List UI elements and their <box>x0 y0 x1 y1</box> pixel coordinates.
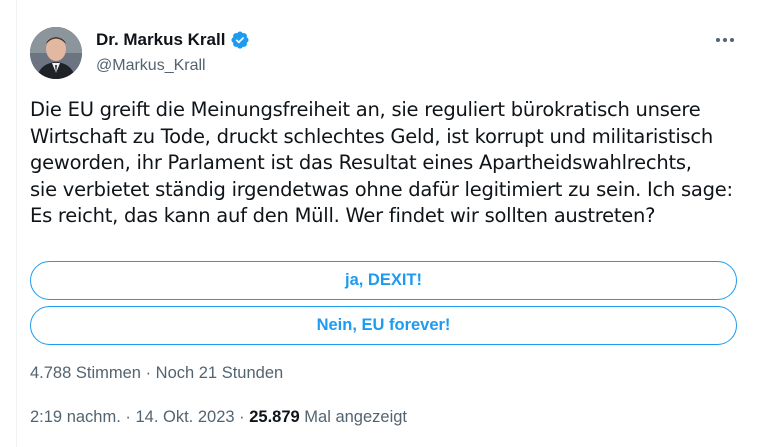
tweet-text: Die EU greift die Meinungsfreiheit an, s… <box>30 98 733 227</box>
poll-votes: 4.788 Stimmen <box>30 364 141 382</box>
dot <box>730 38 734 42</box>
poll-meta: 4.788 Stimmen · Noch 21 Stunden <box>30 364 283 383</box>
dot <box>716 38 720 42</box>
tweet-date[interactable]: 14. Okt. 2023 <box>135 408 234 426</box>
views-label: Mal angezeigt <box>299 408 408 426</box>
author-name-row: Dr. Markus Krall <box>96 30 250 50</box>
tweet-timestamp-row: 2:19 nachm. · 14. Okt. 2023 · 25.879 Mal… <box>30 408 407 427</box>
poll-remaining: Noch 21 Stunden <box>155 364 284 382</box>
separator: · <box>234 408 250 426</box>
separator: · <box>120 408 136 426</box>
tweet-time[interactable]: 2:19 nachm. <box>30 408 121 426</box>
views-count[interactable]: 25.879 <box>249 408 299 426</box>
author-avatar[interactable] <box>30 27 82 79</box>
dot <box>723 38 727 42</box>
more-horizontal-icon[interactable] <box>712 30 738 50</box>
poll-option-2[interactable]: Nein, EU forever! <box>30 306 737 345</box>
separator: · <box>140 364 156 382</box>
avatar-image <box>30 27 82 79</box>
author-handle[interactable]: @Markus_Krall <box>96 57 206 75</box>
verified-badge-icon <box>230 30 250 50</box>
poll-option-1[interactable]: ja, DEXIT! <box>30 261 737 300</box>
author-display-name[interactable]: Dr. Markus Krall <box>96 30 225 50</box>
